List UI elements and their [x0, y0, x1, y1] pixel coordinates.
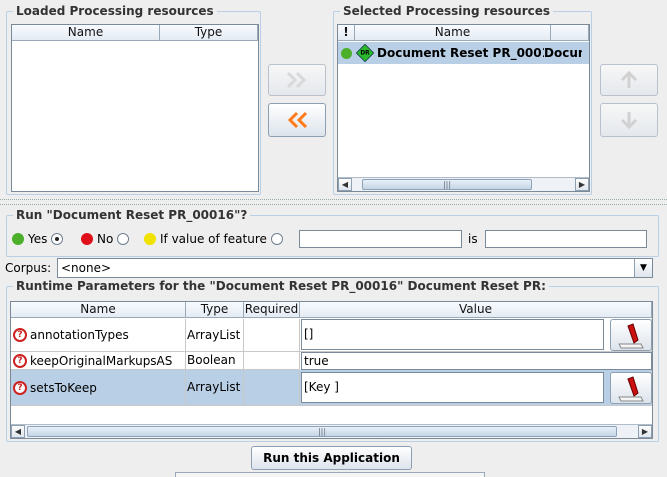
scroll-right-icon[interactable]: ▶	[575, 178, 589, 191]
selected-resources-table[interactable]: ! Name DR Document Reset PR_00016 Docum …	[337, 24, 590, 192]
chevron-down-icon[interactable]: ▼	[634, 259, 652, 277]
param-type: ArrayList	[186, 319, 244, 352]
arrow-down-icon	[620, 112, 638, 130]
run-application-label: Run this Application	[263, 451, 400, 465]
run-status-green-icon	[341, 47, 352, 59]
arrow-up-icon	[620, 70, 638, 88]
param-row[interactable]: ? keepOriginalMarkupsAS Boolean true	[11, 352, 652, 370]
move-down-button[interactable]	[600, 103, 658, 137]
scroll-thumb[interactable]: |||	[362, 179, 532, 190]
double-chevron-right-icon	[286, 71, 307, 89]
run-no-label: No	[97, 232, 114, 246]
param-value-input[interactable]: []	[301, 319, 604, 350]
red-dot-icon	[81, 233, 93, 245]
run-yes-radio[interactable]	[51, 233, 64, 245]
edit-list-button[interactable]	[610, 372, 652, 404]
run-no-option[interactable]: No	[81, 232, 130, 246]
pr-icon-text: DR	[360, 49, 370, 56]
param-name: annotationTypes	[30, 328, 129, 342]
optional-param-icon: ?	[13, 380, 27, 395]
run-if-label: If value of feature	[160, 232, 267, 246]
run-no-radio[interactable]	[117, 233, 130, 245]
param-col-name[interactable]: Name	[11, 302, 186, 317]
selected-row[interactable]: DR Document Reset PR_00016 Docum	[338, 42, 589, 64]
add-to-selected-button[interactable]	[268, 64, 326, 96]
optional-param-icon: ?	[13, 328, 27, 342]
is-label: is	[468, 232, 478, 246]
param-required	[244, 319, 300, 352]
scroll-right-icon[interactable]: ▶	[638, 425, 652, 438]
run-condition-title: Run "Document Reset PR_00016"?	[16, 208, 248, 222]
feature-value-input[interactable]	[485, 230, 647, 248]
split-divider[interactable]	[0, 199, 667, 205]
selected-row-type: Docum	[544, 46, 582, 60]
remove-from-selected-button[interactable]	[268, 103, 326, 137]
run-if-option[interactable]: If value of feature	[144, 232, 283, 246]
loaded-resources-table[interactable]: Name Type	[11, 24, 259, 192]
selected-row-name: Document Reset PR_00016	[377, 46, 544, 60]
param-value-input[interactable]: [Key ]	[301, 372, 604, 403]
param-col-required[interactable]: Required	[244, 302, 300, 317]
param-required	[244, 352, 300, 370]
selected-col-status[interactable]: !	[338, 25, 355, 40]
yellow-dot-icon	[144, 233, 156, 245]
bottom-tab-edge	[175, 472, 485, 477]
selected-resources-title: Selected Processing resources	[343, 4, 551, 18]
param-name: keepOriginalMarkupsAS	[30, 353, 173, 368]
param-value-input[interactable]: true	[301, 352, 652, 370]
green-dot-icon	[12, 233, 24, 245]
edit-pencil-icon	[618, 323, 644, 349]
optional-param-icon: ?	[13, 353, 27, 368]
double-chevron-left-icon	[287, 111, 308, 129]
param-row[interactable]: ? annotationTypes ArrayList []	[11, 319, 652, 352]
run-application-button[interactable]: Run this Application	[251, 446, 412, 470]
param-type: Boolean	[186, 352, 244, 370]
move-up-button[interactable]	[600, 64, 658, 96]
loaded-col-type[interactable]: Type	[160, 25, 258, 40]
run-yes-label: Yes	[28, 232, 48, 246]
selected-col-name[interactable]: Name	[355, 25, 551, 40]
params-hscrollbar[interactable]: ◀ ||| ▶	[11, 424, 652, 438]
corpus-select-value: <none>	[61, 261, 112, 275]
edit-pencil-icon	[618, 376, 644, 402]
run-if-radio[interactable]	[270, 233, 283, 245]
loaded-resources-title: Loaded Processing resources	[16, 4, 214, 18]
scroll-left-icon[interactable]: ◀	[11, 425, 25, 438]
loaded-col-name[interactable]: Name	[12, 25, 160, 40]
corpus-select[interactable]: <none> ▼	[57, 258, 653, 278]
selected-hscrollbar[interactable]: ◀ ||| ▶	[338, 177, 589, 191]
scroll-left-icon[interactable]: ◀	[338, 178, 352, 191]
corpus-label: Corpus:	[5, 261, 52, 275]
param-required	[244, 370, 300, 406]
runtime-params-title: Runtime Parameters for the "Document Res…	[16, 279, 546, 293]
runtime-params-table[interactable]: Name Type Required Value ? annotationTyp…	[10, 301, 653, 439]
param-col-type[interactable]: Type	[186, 302, 244, 317]
selected-col-type[interactable]	[551, 25, 589, 40]
edit-list-button[interactable]	[610, 319, 652, 351]
feature-name-input[interactable]	[299, 230, 462, 248]
param-type: ArrayList	[186, 370, 244, 406]
scroll-thumb[interactable]: |||	[27, 426, 617, 437]
param-name: setsToKeep	[30, 380, 97, 395]
run-yes-option[interactable]: Yes	[12, 232, 64, 246]
document-reset-pr-icon: DR	[355, 43, 375, 63]
param-row-selected[interactable]: ? setsToKeep ArrayList [Key ]	[11, 370, 652, 406]
param-col-value[interactable]: Value	[300, 302, 652, 317]
